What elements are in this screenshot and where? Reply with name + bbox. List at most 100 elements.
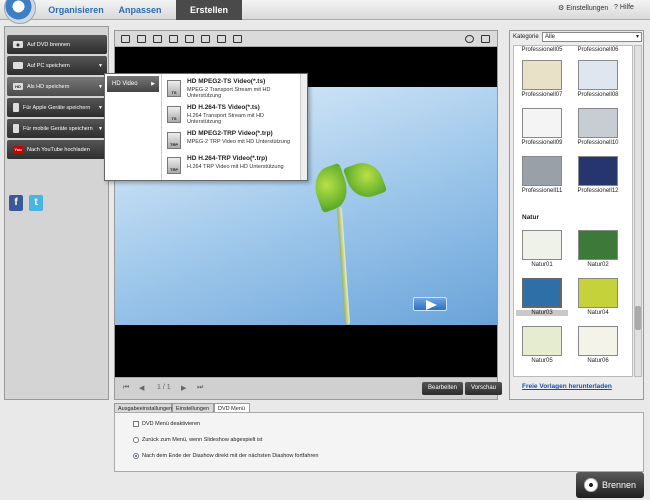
template-label: Professionell06: [577, 47, 619, 53]
template-thumbnail[interactable]: [522, 230, 562, 260]
monitor-icon: [13, 62, 23, 69]
video-file-icon: TRP: [167, 132, 181, 149]
checkbox[interactable]: [133, 421, 139, 427]
template-thumbnail[interactable]: [522, 60, 562, 90]
template-label: Natur01: [531, 262, 553, 268]
sidebar-item-burn-dvd[interactable]: ◉ Auf DVD brennen: [7, 35, 107, 54]
video-file-icon: TS: [167, 80, 181, 97]
facebook-icon[interactable]: f: [9, 195, 23, 211]
tab-erstellen[interactable]: Erstellen: [176, 0, 242, 20]
preview-button[interactable]: Vorschau: [465, 382, 503, 395]
last-page-icon[interactable]: ⏭: [197, 384, 203, 392]
align-bottom-icon[interactable]: [201, 35, 210, 43]
play-button[interactable]: [413, 297, 447, 311]
menu-category-hd-video[interactable]: HD Video: [107, 76, 159, 92]
mobile-icon: [13, 124, 19, 133]
template-label: Professionell10: [577, 140, 619, 146]
option-continue-next[interactable]: Nach dem Ende der Diashow direkt mit der…: [133, 453, 318, 459]
template-thumbnail[interactable]: [578, 278, 618, 308]
sidebar-item-save-apple[interactable]: Für Apple Geräte speichern ▼: [7, 98, 107, 117]
template-thumbnail[interactable]: [578, 230, 618, 260]
distribute-icon[interactable]: [217, 35, 226, 43]
settings-link[interactable]: ⚙ Einstellungen: [558, 4, 608, 13]
apple-device-icon: [13, 103, 19, 112]
output-sidebar: ◉ Auf DVD brennen Auf PC speichern ▼ HD Als…: [4, 26, 109, 400]
align-right-icon[interactable]: [153, 35, 162, 43]
category-label: Kategorie: [513, 34, 539, 40]
template-label: Natur06: [587, 358, 609, 364]
template-grid: Professionell05 Professionell06 Professi…: [513, 45, 633, 377]
align-top-icon[interactable]: [169, 35, 178, 43]
tab-anpassen[interactable]: Anpassen: [112, 0, 168, 20]
player-controls: ⏮ ◀ 1 / 1 ▶ ⏭ Bearbeiten Vorschau: [115, 377, 503, 399]
template-thumbnail[interactable]: [578, 60, 618, 90]
sidebar-item-youtube[interactable]: You Nach YouTube hochladen: [7, 140, 107, 159]
template-label: Natur05: [531, 358, 553, 364]
top-bar: Organisieren Anpassen Erstellen ⚙ Einstel…: [0, 0, 650, 24]
next-page-icon[interactable]: ▶: [181, 384, 186, 392]
template-label: Natur03: [516, 310, 568, 316]
help-icon: ?: [614, 4, 618, 11]
radio-button-selected[interactable]: [133, 453, 139, 459]
category-select[interactable]: Alle: [542, 32, 642, 42]
align-center-icon[interactable]: [137, 35, 146, 43]
template-label: Natur04: [587, 310, 609, 316]
sidebar-item-save-mobile[interactable]: Für mobile Geräte speichern ▼: [7, 119, 107, 138]
dvd-menu-panel: DVD Menü deaktivieren Zurück zum Menü, w…: [114, 412, 644, 472]
menu-item-format[interactable]: TRP HD MPEG2-TRP Video(*.trp) MPEG-2 TRP V…: [165, 129, 303, 153]
alignment-toolbar: [115, 31, 497, 47]
chevron-down-icon: ▼: [98, 83, 103, 90]
sprout-stem: [336, 206, 351, 325]
template-thumbnail[interactable]: [522, 326, 562, 356]
menu-divider: [161, 74, 162, 180]
app-logo: [4, 0, 36, 24]
hd-format-menu: HD Video TSHD MPEG2-TS Video(*.ts)MPEG-2…: [104, 73, 308, 181]
template-label: Natur02: [587, 262, 609, 268]
template-thumbnail-selected[interactable]: [522, 278, 562, 308]
template-thumbnail[interactable]: [522, 156, 562, 186]
template-scrollbar[interactable]: [634, 45, 642, 377]
align-middle-icon[interactable]: [185, 35, 194, 43]
tab-organisieren[interactable]: Organisieren: [40, 0, 112, 20]
template-label: Professionell09: [521, 140, 563, 146]
template-thumbnail[interactable]: [578, 108, 618, 138]
template-thumbnail[interactable]: [522, 108, 562, 138]
template-label: Professionell12: [577, 188, 619, 194]
template-thumbnail[interactable]: [578, 326, 618, 356]
prev-page-icon[interactable]: ◀: [139, 384, 144, 392]
disc-icon: [583, 478, 598, 492]
sidebar-item-save-pc[interactable]: Auf PC speichern ▼: [7, 56, 107, 75]
video-file-icon: TS: [167, 106, 181, 123]
option-return-to-menu[interactable]: Zurück zum Menü, wenn Slideshow abgespie…: [133, 437, 262, 443]
hd-icon: HD: [13, 83, 23, 90]
undo-icon[interactable]: [465, 35, 474, 43]
burn-button[interactable]: Brennen: [576, 472, 644, 498]
video-file-icon: TRP: [167, 157, 181, 174]
menu-item-format[interactable]: TRP HD H.264-TRP Video(*.trp) H.264 TRP Vi…: [165, 154, 303, 178]
template-thumbnail[interactable]: [578, 156, 618, 186]
gear-icon: ⚙: [558, 5, 565, 12]
align-left-icon[interactable]: [121, 35, 130, 43]
template-label: Professionell05: [521, 47, 563, 53]
sprout-leaf-right: [342, 157, 388, 203]
option-disable-menu[interactable]: DVD Menü deaktivieren: [133, 421, 200, 427]
template-label: Professionell07: [521, 92, 563, 98]
help-link[interactable]: ? Hilfe: [614, 4, 634, 11]
chevron-down-icon: ▼: [98, 62, 103, 69]
page-indicator: 1 / 1: [157, 384, 171, 391]
menu-scrollbar[interactable]: [300, 74, 307, 180]
radio-button[interactable]: [133, 437, 139, 443]
edit-button[interactable]: Bearbeiten: [422, 382, 464, 395]
scrollbar-thumb[interactable]: [635, 306, 641, 330]
chevron-down-icon: ▼: [98, 125, 103, 132]
menu-item-format[interactable]: TS HD H.264-TS Video(*.ts) H.264 Transport…: [165, 103, 303, 127]
edit-icon[interactable]: [233, 35, 242, 43]
template-panel: Kategorie Alle Professionell05 Professio…: [509, 30, 644, 400]
menu-item-format[interactable]: TS HD MPEG2-TS Video(*.ts) MPEG-2 Transpor…: [165, 77, 303, 101]
twitter-icon[interactable]: t: [29, 195, 43, 211]
first-page-icon[interactable]: ⏮: [123, 384, 129, 392]
save-icon[interactable]: [481, 35, 490, 43]
sidebar-item-save-hd[interactable]: HD Als HD speichern ▼: [7, 77, 107, 96]
chevron-down-icon: ▼: [98, 104, 103, 111]
download-templates-link[interactable]: Freie Vorlagen herunterladen: [522, 383, 612, 390]
